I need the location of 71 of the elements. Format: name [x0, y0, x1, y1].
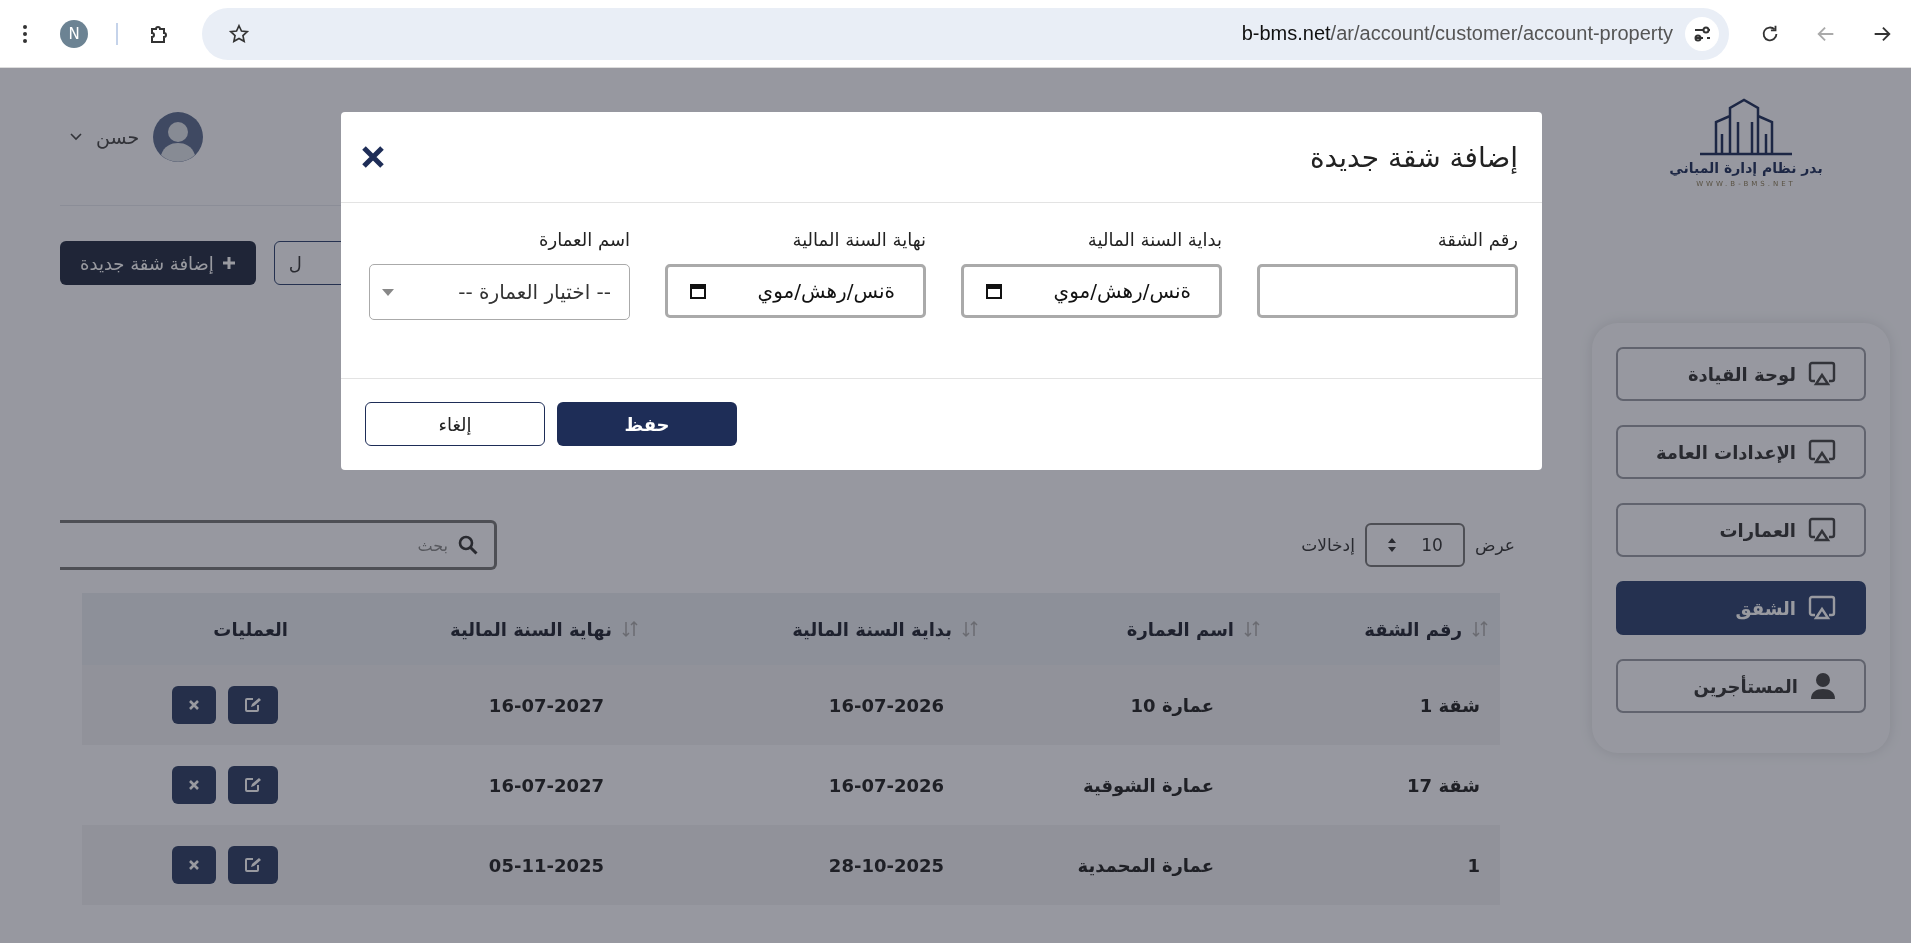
save-button[interactable]: حفظ	[557, 402, 737, 446]
sidebar-item[interactable]: الإعدادات العامة	[1616, 425, 1866, 479]
edit-icon	[244, 697, 262, 713]
input-field[interactable]	[1257, 264, 1518, 318]
delete-button[interactable]	[172, 846, 216, 884]
search-icon	[458, 535, 478, 555]
edit-button[interactable]	[228, 766, 278, 804]
screen-icon	[1808, 361, 1836, 387]
sidebar-item[interactable]: العمارات	[1616, 503, 1866, 557]
close-icon	[188, 859, 200, 871]
table-cell: عمارة المحمدية	[1077, 854, 1214, 876]
column-header[interactable]: نهاية السنة المالية	[300, 618, 650, 640]
close-icon	[188, 779, 200, 791]
edit-button[interactable]	[228, 846, 278, 884]
table-cell: عمارة الشوقية	[1083, 774, 1214, 796]
tune-icon[interactable]	[1685, 16, 1719, 51]
sidebar-item[interactable]: لوحة القيادة	[1616, 347, 1866, 401]
table-cell: 16-07-2027	[488, 694, 604, 716]
avatar-icon[interactable]	[153, 111, 204, 162]
table-cell: عمارة 10	[1130, 694, 1214, 716]
edit-button[interactable]	[228, 686, 278, 724]
close-icon	[188, 699, 200, 711]
table-cell: شقة 1	[1419, 694, 1480, 716]
table-cell: 16-07-2026	[828, 774, 944, 796]
show-label: عرض	[1474, 535, 1515, 555]
calendar-icon	[986, 283, 1002, 299]
screen-icon	[1808, 439, 1836, 465]
screen-icon	[1808, 595, 1836, 621]
profile-avatar[interactable]: N	[60, 19, 88, 48]
address-bar[interactable]: b-bms.net/ar/account/customer/account-property	[202, 7, 1729, 60]
menu-icon[interactable]	[22, 23, 28, 44]
updown-icon	[1386, 537, 1397, 553]
chevron-down-icon[interactable]	[70, 132, 82, 141]
page-size-select[interactable]: 10	[1364, 523, 1465, 567]
modal-title: إضافة شقة جديدة	[1309, 140, 1518, 174]
delete-button[interactable]	[172, 686, 216, 724]
close-icon[interactable]	[361, 145, 385, 169]
table-cell: 05-11-2025	[488, 854, 604, 876]
star-icon[interactable]	[228, 22, 250, 45]
field-label: اسم العمارة	[538, 229, 630, 250]
caret-icon	[382, 288, 394, 296]
column-header[interactable]: بداية السنة المالية	[650, 618, 990, 640]
column-header[interactable]: العمليات	[82, 618, 300, 640]
delete-button[interactable]	[172, 766, 216, 804]
column-header[interactable]: اسم العمارة	[990, 618, 1260, 640]
plus-icon	[221, 256, 236, 270]
table-cell: 1	[1467, 854, 1480, 876]
add-button[interactable]: إضافة شقة جديدة	[60, 241, 256, 285]
field-label: نهاية السنة المالية	[791, 229, 926, 250]
edit-icon	[244, 777, 262, 793]
table-cell: شقة 17	[1407, 774, 1480, 796]
column-header[interactable]: رقم الشقة	[1260, 618, 1500, 640]
url-text: b-bms.net/ar/account/customer/account-property	[1240, 22, 1673, 45]
date-field[interactable]: ةنس/رهش/موي	[665, 264, 926, 318]
field-label: رقم الشقة	[1436, 229, 1518, 250]
cancel-button[interactable]: إلغاء	[365, 402, 545, 446]
building-select[interactable]: -- اختيار العمارة --	[369, 264, 630, 320]
user-icon	[1810, 672, 1836, 700]
user-name[interactable]: حسن	[96, 125, 140, 148]
screen-icon	[1808, 517, 1836, 543]
sidebar-item[interactable]: المستأجرين	[1616, 659, 1866, 713]
entries-label: إدخالات	[1301, 535, 1355, 555]
edit-icon	[244, 857, 262, 873]
table-cell: 16-07-2027	[488, 774, 604, 796]
table-cell: 16-07-2026	[828, 694, 944, 716]
logo-title: بدر نظام إدارة المباني	[1669, 160, 1823, 176]
field-label: بداية السنة المالية	[1086, 229, 1222, 250]
sidebar-item[interactable]: الشقق	[1616, 581, 1866, 635]
calendar-icon	[690, 283, 706, 299]
table-cell: 28-10-2025	[828, 854, 944, 876]
date-field[interactable]: ةنس/رهش/موي	[961, 264, 1222, 318]
